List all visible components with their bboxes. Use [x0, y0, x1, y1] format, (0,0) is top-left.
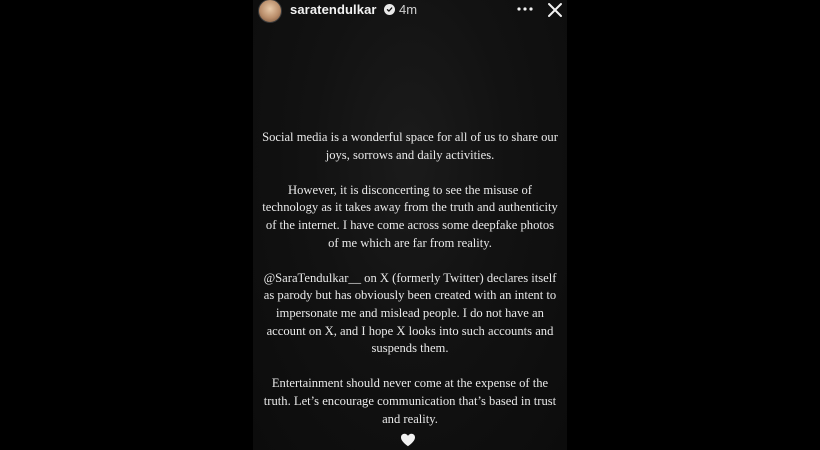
- post-time: 4m: [399, 2, 418, 17]
- close-icon[interactable]: [545, 0, 565, 20]
- story-viewer[interactable]: saratendulkar 4m Social media is a wonde…: [253, 0, 567, 450]
- paragraph-1: Social media is a wonderful space for al…: [262, 130, 558, 162]
- paragraph-2: However, it is disconcerting to see the …: [262, 182, 558, 250]
- verified-badge-icon: [384, 4, 395, 15]
- heart-icon: [400, 433, 416, 447]
- more-options-icon[interactable]: [515, 0, 535, 18]
- paragraph-4: Entertainment should never come at the e…: [263, 376, 557, 426]
- profile-avatar[interactable]: [258, 0, 282, 23]
- username[interactable]: saratendulkar: [290, 2, 377, 17]
- story-header: saratendulkar 4m: [253, 0, 567, 24]
- story-text: Social media is a wonderful space for al…: [261, 129, 559, 446]
- paragraph-3: @SaraTendulkar__ on X (formerly Twitter)…: [263, 270, 557, 356]
- screen: saratendulkar 4m Social media is a wonde…: [0, 0, 820, 450]
